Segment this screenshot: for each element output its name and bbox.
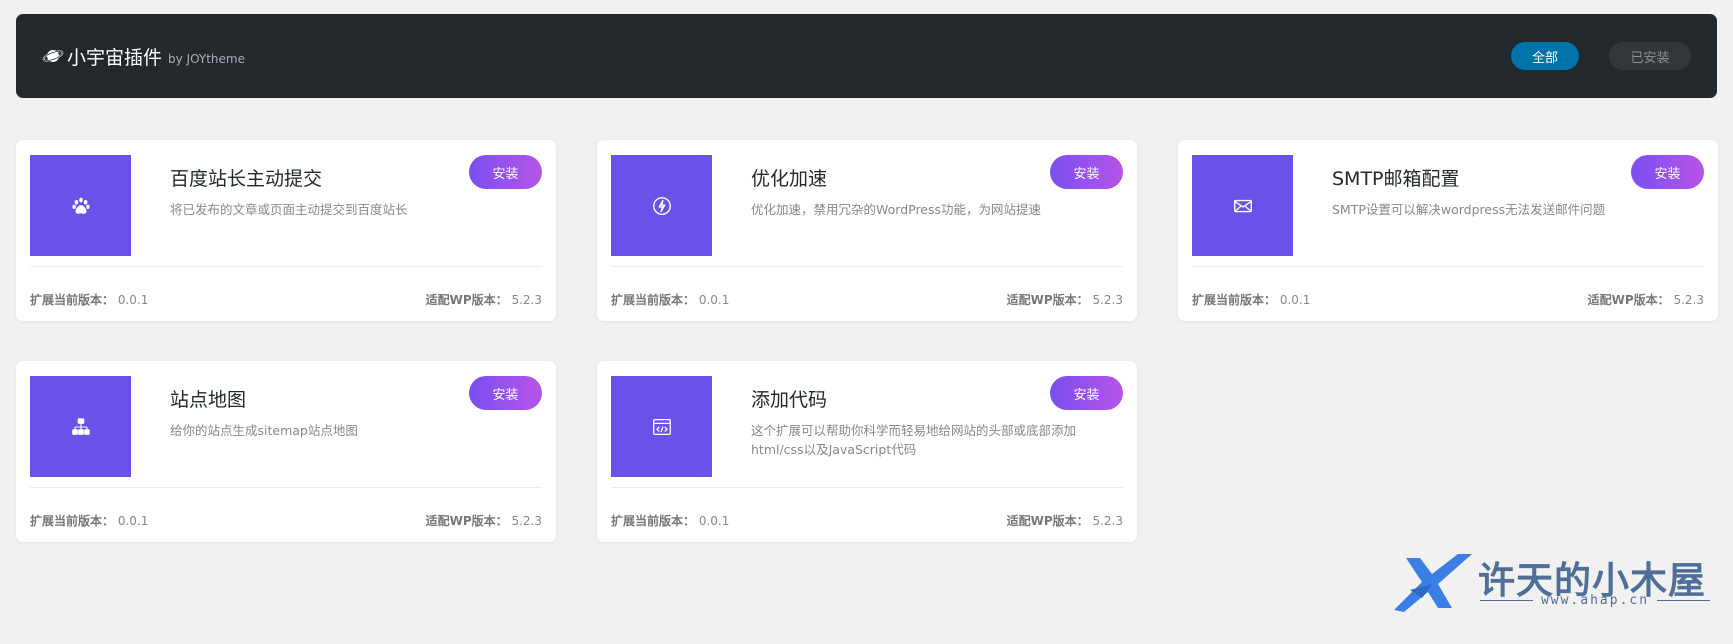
plugin-card: 百度站长主动提交 将已发布的文章或页面主动提交到百度站长 安装 扩展当前版本： …: [16, 140, 556, 321]
sitemap-icon: [71, 417, 90, 435]
wp-version: 适配WP版本： 5.2.3: [1007, 291, 1123, 308]
install-button[interactable]: 安装: [1631, 155, 1704, 189]
current-version-value: 0.0.1: [1279, 293, 1311, 307]
filter-installed-button[interactable]: 已安装: [1609, 42, 1691, 70]
plugin-description: 将已发布的文章或页面主动提交到百度站长: [170, 202, 408, 217]
wp-version-value: 5.2.3: [1673, 293, 1704, 307]
current-version: 扩展当前版本： 0.0.1: [30, 512, 148, 529]
plugin-thumbnail: [611, 376, 712, 477]
wp-version-value: 5.2.3: [511, 293, 542, 307]
divider: [30, 266, 542, 267]
top-bar: 小宇宙插件 by JOYtheme 全部 已安装: [16, 14, 1717, 98]
wp-version-value: 5.2.3: [1092, 293, 1123, 307]
divider: [611, 487, 1123, 488]
wp-version: 适配WP版本： 5.2.3: [1588, 291, 1704, 308]
current-version: 扩展当前版本： 0.0.1: [611, 512, 729, 529]
wp-version-label: 适配WP版本：: [1587, 293, 1670, 307]
plugin-card: SMTP邮箱配置 SMTP设置可以解决wordpress无法发送邮件问题 安装 …: [1178, 140, 1718, 321]
watermark-logo-icon: [1394, 554, 1472, 612]
divider: [1192, 266, 1704, 267]
plugin-title: 百度站长主动提交: [170, 168, 323, 190]
brand-name: 小宇宙插件: [67, 46, 163, 69]
brand: 小宇宙插件 by JOYtheme: [42, 43, 245, 70]
plugin-thumbnail: [30, 155, 131, 256]
current-version-value: 0.0.1: [117, 293, 149, 307]
install-button[interactable]: 安装: [1050, 155, 1123, 189]
divider: [611, 266, 1123, 267]
plugin-description: 给你的站点生成sitemap站点地图: [170, 423, 358, 438]
current-version-label: 扩展当前版本：: [30, 514, 115, 528]
wp-version-label: 适配WP版本：: [1006, 514, 1089, 528]
filter-all-button[interactable]: 全部: [1511, 42, 1579, 70]
watermark-url: www.ahap.cn: [1540, 593, 1650, 608]
mail-icon: [1233, 199, 1252, 212]
current-version-label: 扩展当前版本：: [1192, 293, 1277, 307]
wp-version-label: 适配WP版本：: [425, 514, 508, 528]
current-version-label: 扩展当前版本：: [611, 514, 696, 528]
current-version-label: 扩展当前版本：: [611, 293, 696, 307]
plugin-title: SMTP邮箱配置: [1332, 168, 1460, 190]
code-icon: [652, 418, 671, 435]
plugin-thumbnail: [30, 376, 131, 477]
plugin-title: 优化加速: [751, 168, 828, 190]
divider: [30, 487, 542, 488]
install-button[interactable]: 安装: [469, 155, 542, 189]
filter-tabs: 全部 已安装: [1511, 42, 1691, 70]
install-button[interactable]: 安装: [469, 376, 542, 410]
lightning-icon: [652, 196, 671, 215]
current-version: 扩展当前版本： 0.0.1: [1192, 291, 1310, 308]
plugin-thumbnail: [611, 155, 712, 256]
wp-version: 适配WP版本： 5.2.3: [426, 291, 542, 308]
paw-icon: [71, 197, 90, 214]
watermark: 许天的小木屋 www.ahap.cn: [1392, 548, 1712, 618]
plugin-thumbnail: [1192, 155, 1293, 256]
wp-version-value: 5.2.3: [511, 514, 542, 528]
plugin-description: 这个扩展可以帮助你科学而轻易地给网站的头部或底部添加html/css以及Java…: [751, 423, 1077, 457]
current-version: 扩展当前版本： 0.0.1: [611, 291, 729, 308]
wp-version-value: 5.2.3: [1092, 514, 1123, 528]
current-version-label: 扩展当前版本：: [30, 293, 115, 307]
brand-by: by JOYtheme: [168, 51, 245, 66]
current-version-value: 0.0.1: [117, 514, 149, 528]
wp-version: 适配WP版本： 5.2.3: [426, 512, 542, 529]
wp-version-label: 适配WP版本：: [1006, 293, 1089, 307]
plugin-card: 站点地图 给你的站点生成sitemap站点地图 安装 扩展当前版本： 0.0.1…: [16, 361, 556, 542]
divider: [1480, 600, 1533, 601]
current-version: 扩展当前版本： 0.0.1: [30, 291, 148, 308]
planet-icon: [42, 50, 64, 62]
watermark-url-row: www.ahap.cn: [1480, 593, 1710, 608]
plugin-card: 添加代码 这个扩展可以帮助你科学而轻易地给网站的头部或底部添加html/css以…: [597, 361, 1137, 542]
plugin-card: 优化加速 优化加速，禁用冗杂的WordPress功能，为网站提速 安装 扩展当前…: [597, 140, 1137, 321]
divider: [1657, 600, 1710, 601]
plugin-description: SMTP设置可以解决wordpress无法发送邮件问题: [1332, 202, 1606, 217]
wp-version: 适配WP版本： 5.2.3: [1007, 512, 1123, 529]
plugin-title: 添加代码: [751, 389, 828, 411]
plugin-title: 站点地图: [170, 389, 247, 411]
wp-version-label: 适配WP版本：: [425, 293, 508, 307]
install-button[interactable]: 安装: [1050, 376, 1123, 410]
current-version-value: 0.0.1: [698, 293, 730, 307]
current-version-value: 0.0.1: [698, 514, 730, 528]
plugin-description: 优化加速，禁用冗杂的WordPress功能，为网站提速: [751, 202, 1042, 217]
